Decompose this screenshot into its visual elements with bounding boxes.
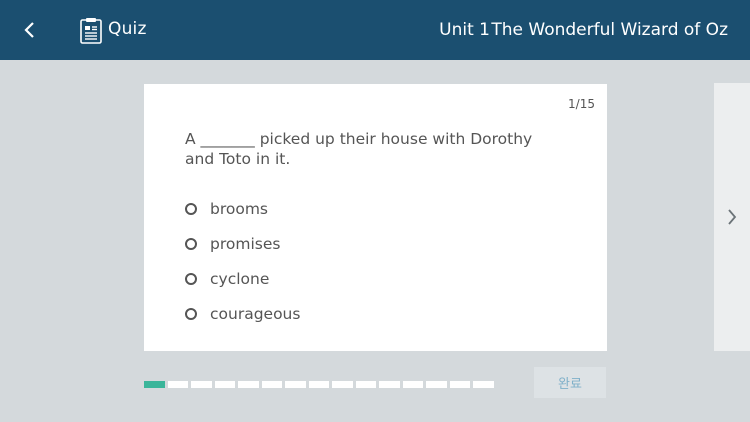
chevron-right-icon xyxy=(728,209,737,225)
progress-segment xyxy=(144,381,165,388)
answer-option-label: promises xyxy=(210,234,281,253)
answer-option-label: courageous xyxy=(210,304,301,323)
document-icon xyxy=(80,18,102,44)
back-button[interactable] xyxy=(14,14,46,46)
section-label: Quiz xyxy=(108,19,147,39)
question-text: A _______ picked up their house with Dor… xyxy=(185,130,533,168)
book-title: The Wonderful Wizard of Oz xyxy=(491,20,728,40)
answer-option[interactable]: courageous xyxy=(185,296,300,331)
answer-option-label: brooms xyxy=(210,199,269,218)
progress-segment xyxy=(449,381,470,388)
progress-segment xyxy=(238,381,259,388)
radio-icon[interactable] xyxy=(185,272,197,285)
question-counter: 1/15 xyxy=(568,97,595,111)
progress-segment xyxy=(191,381,212,388)
radio-icon[interactable] xyxy=(185,237,197,250)
progress-segment xyxy=(332,381,353,388)
progress-segment xyxy=(426,381,447,388)
answer-option[interactable]: cyclone xyxy=(185,261,300,296)
answer-option[interactable]: promises xyxy=(185,226,300,261)
next-question-button[interactable] xyxy=(714,83,750,351)
answer-option-label: cyclone xyxy=(210,269,270,288)
chevron-left-icon xyxy=(24,22,34,38)
progress-segment xyxy=(214,381,235,388)
radio-icon[interactable] xyxy=(185,307,197,320)
progress-segment xyxy=(261,381,282,388)
question-card: 1/15 A _______ picked up their house wit… xyxy=(144,84,607,351)
progress-indicator xyxy=(144,381,494,388)
answer-option[interactable]: brooms xyxy=(185,191,300,226)
answer-options: brooms promises cyclone courageous xyxy=(185,191,300,331)
done-button[interactable]: 완료 xyxy=(534,367,606,398)
top-bar: Quiz Unit 1 The Wonderful Wizard of Oz xyxy=(0,0,750,60)
progress-segment xyxy=(308,381,329,388)
progress-segment xyxy=(473,381,494,388)
progress-segment xyxy=(167,381,188,388)
progress-segment xyxy=(402,381,423,388)
radio-icon[interactable] xyxy=(185,202,197,215)
progress-segment xyxy=(285,381,306,388)
unit-label: Unit 1 xyxy=(439,20,490,40)
progress-segment xyxy=(379,381,400,388)
progress-segment xyxy=(355,381,376,388)
